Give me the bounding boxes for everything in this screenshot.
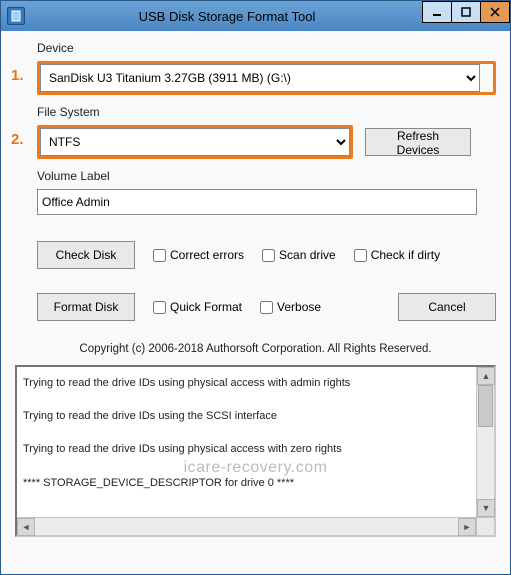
- volumelabel-input[interactable]: [37, 189, 477, 215]
- refresh-devices-button[interactable]: Refresh Devices: [365, 128, 471, 156]
- scan-drive-checkbox[interactable]: Scan drive: [262, 248, 336, 262]
- annotation-1: 1.: [11, 67, 24, 84]
- cancel-button[interactable]: Cancel: [398, 293, 496, 321]
- scroll-right-icon[interactable]: ►: [458, 518, 476, 536]
- app-icon: [7, 7, 25, 25]
- log-line: Trying to read the drive IDs using physi…: [23, 377, 488, 390]
- correct-errors-checkbox[interactable]: Correct errors: [153, 248, 244, 262]
- format-row: Format Disk Quick Format Verbose Cancel: [15, 293, 496, 321]
- vertical-scrollbar[interactable]: ▲ ▼: [476, 367, 494, 517]
- scroll-track-h[interactable]: [35, 518, 458, 535]
- scroll-left-icon[interactable]: ◄: [17, 518, 35, 536]
- scroll-down-icon[interactable]: ▼: [477, 499, 495, 517]
- watermark-text: icare-recovery.com: [184, 458, 328, 477]
- scroll-thumb[interactable]: [478, 385, 493, 427]
- scroll-track[interactable]: [477, 385, 494, 499]
- scroll-up-icon[interactable]: ▲: [477, 367, 495, 385]
- format-disk-button[interactable]: Format Disk: [37, 293, 135, 321]
- log-body: Trying to read the drive IDs using physi…: [17, 367, 494, 517]
- app-window: USB Disk Storage Format Tool 1. Device S…: [0, 0, 511, 575]
- log-pane: Trying to read the drive IDs using physi…: [15, 365, 496, 537]
- filesystem-highlight: NTFS: [37, 125, 353, 159]
- copyright-text: Copyright (c) 2006-2018 Authorsoft Corpo…: [15, 343, 496, 355]
- scroll-corner: [476, 517, 494, 535]
- window-controls: [423, 1, 510, 31]
- check-if-dirty-checkbox[interactable]: Check if dirty: [354, 248, 440, 262]
- log-line: Trying to read the drive IDs using the S…: [23, 410, 488, 423]
- verbose-checkbox[interactable]: Verbose: [260, 300, 321, 314]
- volumelabel-label: Volume Label: [37, 169, 496, 183]
- filesystem-group: 2. File System NTFS Refresh Devices: [15, 105, 496, 159]
- annotation-2: 2.: [11, 131, 24, 148]
- quick-format-checkbox[interactable]: Quick Format: [153, 300, 242, 314]
- device-highlight: SanDisk U3 Titanium 3.27GB (3911 MB) (G:…: [37, 61, 496, 95]
- minimize-button[interactable]: [422, 1, 452, 23]
- log-line: Trying to read the drive IDs using physi…: [23, 443, 488, 456]
- device-select[interactable]: SanDisk U3 Titanium 3.27GB (3911 MB) (G:…: [40, 64, 480, 92]
- check-row: Check Disk Correct errors Scan drive Che…: [15, 241, 496, 269]
- maximize-button[interactable]: [451, 1, 481, 23]
- device-label: Device: [37, 41, 496, 55]
- horizontal-scrollbar[interactable]: ◄ ►: [17, 517, 476, 535]
- volumelabel-group: Volume Label: [15, 169, 496, 215]
- filesystem-label: File System: [37, 105, 496, 119]
- window-title: USB Disk Storage Format Tool: [31, 9, 423, 24]
- log-line: **** STORAGE_DEVICE_DESCRIPTOR for drive…: [23, 477, 488, 490]
- close-button[interactable]: [480, 1, 510, 23]
- check-disk-button[interactable]: Check Disk: [37, 241, 135, 269]
- device-group: 1. Device SanDisk U3 Titanium 3.27GB (39…: [15, 41, 496, 95]
- filesystem-select[interactable]: NTFS: [40, 128, 350, 156]
- content-area: 1. Device SanDisk U3 Titanium 3.27GB (39…: [1, 31, 510, 574]
- titlebar: USB Disk Storage Format Tool: [1, 1, 510, 31]
